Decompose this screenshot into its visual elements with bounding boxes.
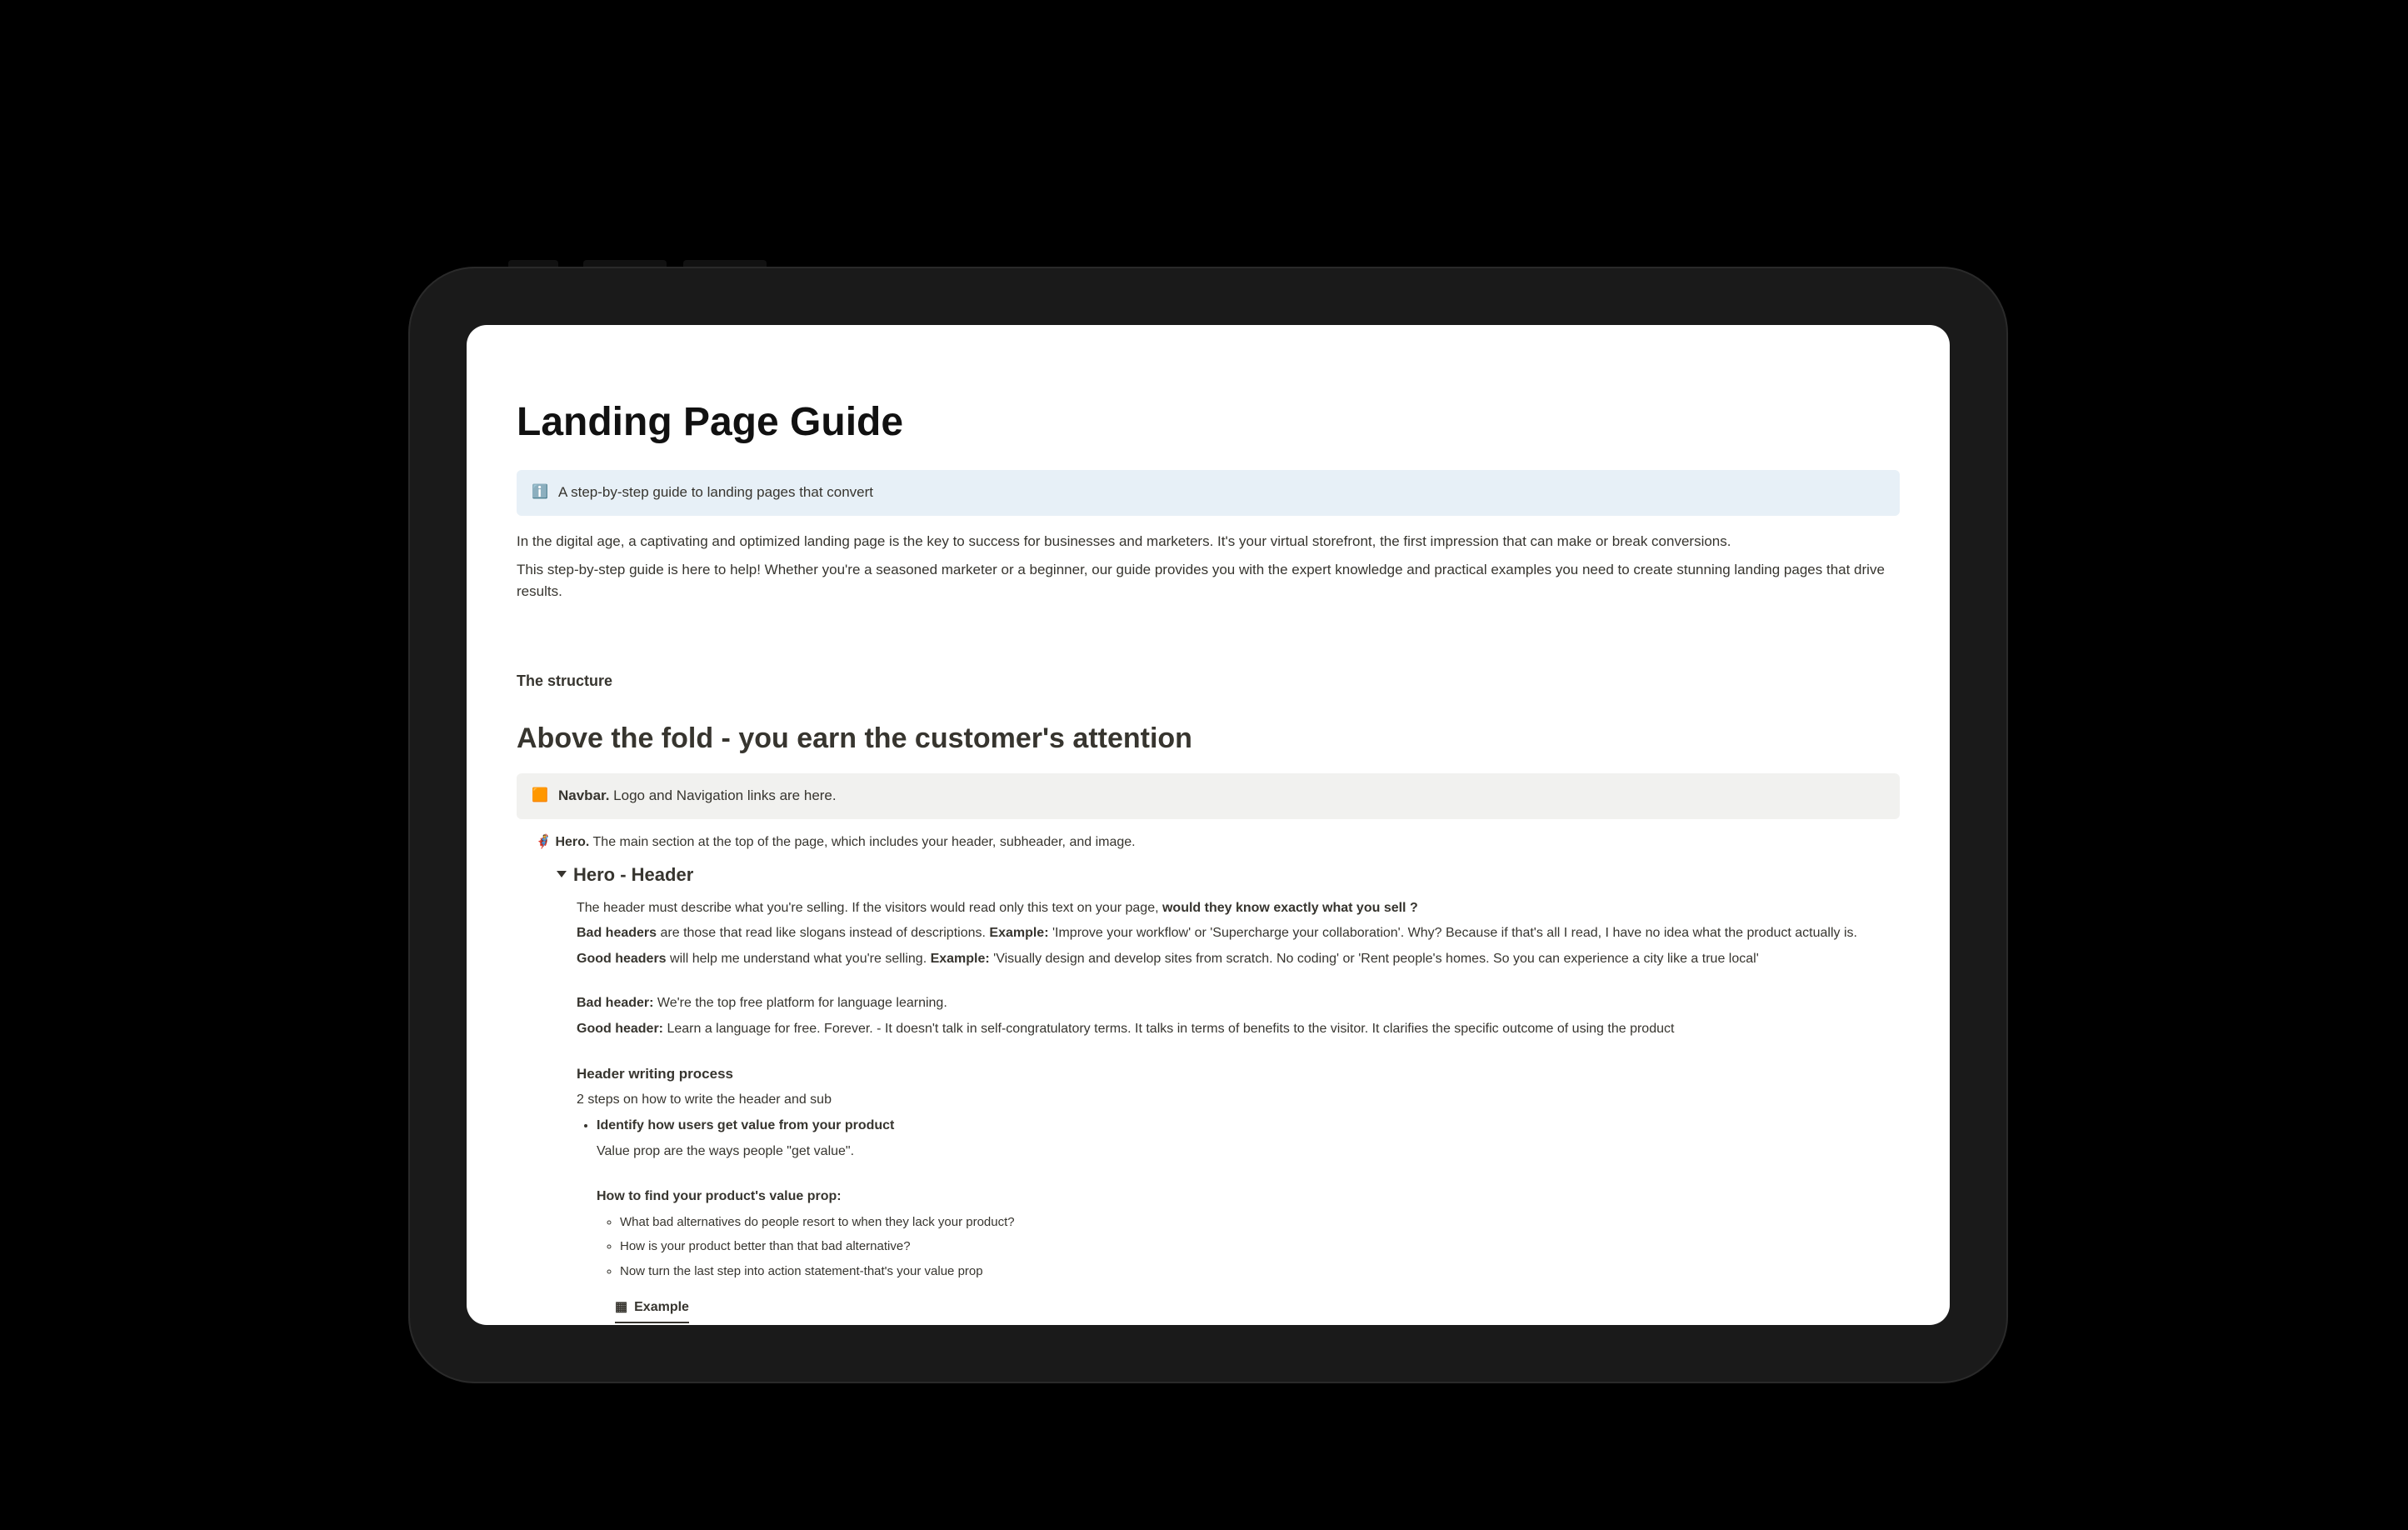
navbar-icon: 🟧 — [532, 788, 548, 805]
line-header-desc: The header must describe what you're sel… — [577, 898, 1900, 919]
database-title-text: Example — [634, 1298, 689, 1318]
hero-block: 🦸 Hero. The main section at the top of t… — [517, 819, 1900, 1325]
callout-navbar-rest: Logo and Navigation links are here. — [609, 788, 836, 803]
list-item: Identify how users get value from your p… — [597, 1116, 1900, 1325]
text-bold: Bad headers — [577, 926, 657, 940]
callout-navbar-bold: Navbar. — [558, 788, 609, 803]
subhead-writing-process: Header writing process — [577, 1063, 1900, 1085]
text: 'Visually design and develop sites from … — [990, 952, 1759, 966]
text-bold: Good headers — [577, 952, 667, 966]
hero-icon: 🦸 — [535, 834, 552, 851]
table-icon: ▦ — [615, 1298, 627, 1318]
text: We're the top free platform for language… — [653, 996, 947, 1010]
toggle-body: The header must describe what you're sel… — [558, 898, 1900, 1325]
line-good-headers: Good headers will help me understand wha… — [577, 949, 1900, 970]
text: are those that read like slogans instead… — [657, 926, 989, 940]
section-label-structure: The structure — [517, 670, 1900, 693]
tablet-screen: Landing Page Guide ℹ️ A step-by-step gui… — [467, 325, 1950, 1325]
text-bold: Identify how users get value from your p… — [597, 1118, 894, 1132]
subhead-find-value: How to find your product's value prop: — [597, 1187, 1900, 1208]
bullet-list: Identify how users get value from your p… — [577, 1116, 1900, 1325]
database-title[interactable]: ▦ Example — [615, 1298, 689, 1323]
info-icon: ℹ️ — [532, 485, 548, 502]
chevron-down-icon[interactable] — [557, 871, 567, 878]
text: 'Improve your workflow' or 'Supercharge … — [1049, 926, 1857, 940]
sub-bullet-list: What bad alternatives do people resort t… — [597, 1212, 1900, 1281]
hero-text: The main section at the top of the page,… — [589, 835, 1135, 849]
tablet-frame: Landing Page Guide ℹ️ A step-by-step gui… — [408, 267, 2008, 1383]
text-bold: would they know exactly what you sell ? — [1162, 901, 1418, 915]
device-button — [683, 260, 767, 267]
toggle-hero-header[interactable]: Hero - Header — [558, 861, 1900, 889]
text-bold: Good header: — [577, 1022, 663, 1036]
line-good-example: Good header: Learn a language for free. … — [577, 1019, 1900, 1040]
device-button — [583, 260, 667, 267]
page-title: Landing Page Guide — [517, 392, 1900, 453]
text-bold: Example: — [931, 952, 990, 966]
document-body[interactable]: Landing Page Guide ℹ️ A step-by-step gui… — [467, 325, 1950, 1325]
text: will help me understand what you're sell… — [667, 952, 931, 966]
toggle-title: Hero - Header — [573, 864, 693, 885]
text: Learn a language for free. Forever. - It… — [663, 1022, 1674, 1036]
text: The header must describe what you're sel… — [577, 901, 1162, 915]
intro-paragraph-1: In the digital age, a captivating and op… — [517, 531, 1900, 552]
text-bold: Example: — [989, 926, 1048, 940]
line-steps-intro: 2 steps on how to write the header and s… — [577, 1090, 1900, 1111]
callout-navbar-text: Navbar. Logo and Navigation links are he… — [558, 785, 837, 807]
line-bad-headers: Bad headers are those that read like slo… — [577, 923, 1900, 944]
hero-bold: Hero. — [555, 835, 589, 849]
heading-above-fold: Above the fold - you earn the customer's… — [517, 717, 1900, 761]
text: Value prop are the ways people "get valu… — [597, 1142, 1900, 1162]
callout-navbar: 🟧 Navbar. Logo and Navigation links are … — [517, 773, 1900, 818]
line-bad-example: Bad header: We're the top free platform … — [577, 993, 1900, 1014]
list-item: How is your product better than that bad… — [620, 1237, 1900, 1256]
list-item: Now turn the last step into action state… — [620, 1262, 1900, 1281]
text-bold: Bad header: — [577, 996, 653, 1010]
device-button — [508, 260, 558, 267]
intro-paragraph-2: This step-by-step guide is here to help!… — [517, 559, 1900, 603]
callout-intro-text: A step-by-step guide to landing pages th… — [558, 482, 873, 503]
callout-intro: ℹ️ A step-by-step guide to landing pages… — [517, 470, 1900, 515]
list-item: What bad alternatives do people resort t… — [620, 1212, 1900, 1232]
